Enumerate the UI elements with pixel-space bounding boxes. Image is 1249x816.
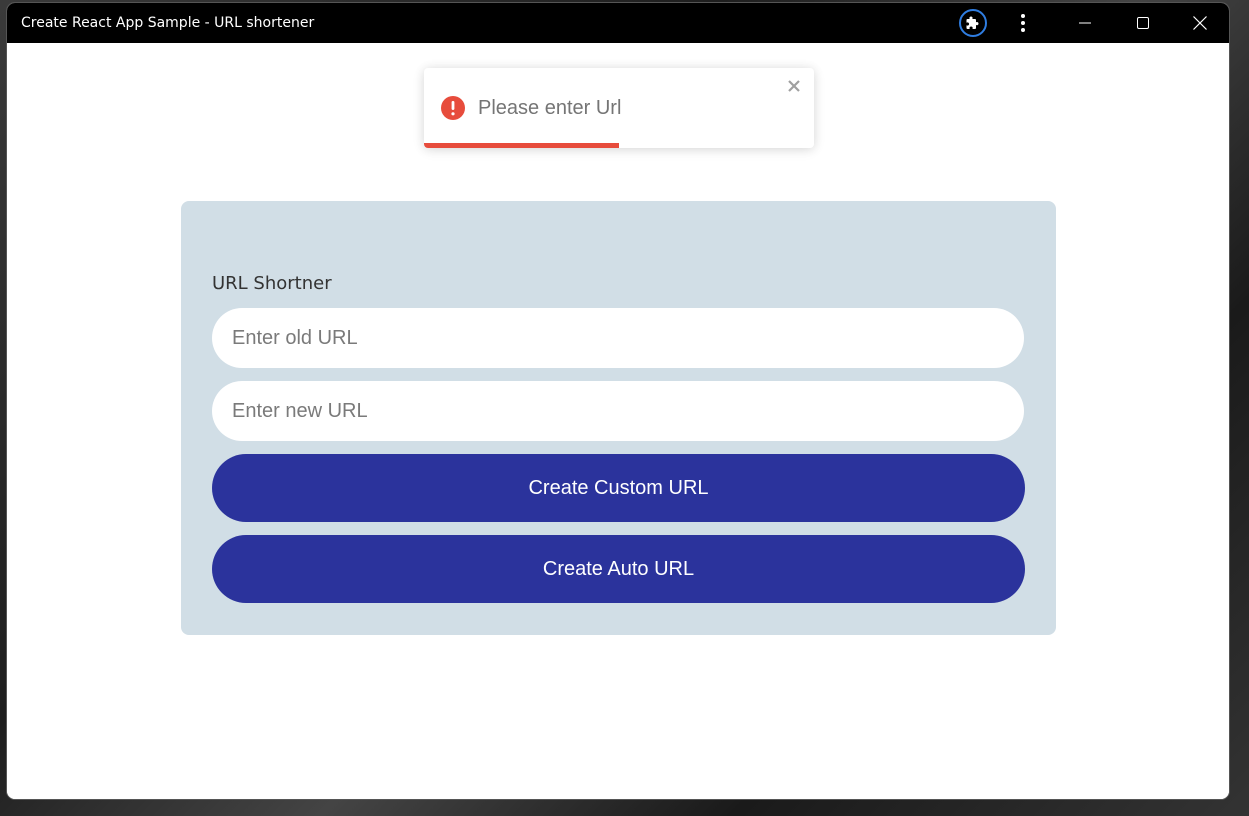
new-url-input[interactable] <box>212 381 1024 441</box>
error-circle-icon <box>441 96 465 120</box>
error-toast[interactable]: Please enter Url <box>424 68 814 148</box>
extension-button[interactable] <box>957 3 989 43</box>
puzzle-icon <box>959 9 987 37</box>
close-icon[interactable] <box>1190 3 1210 43</box>
form-label: URL Shortner <box>212 273 332 294</box>
close-icon[interactable] <box>786 78 802 94</box>
old-url-input[interactable] <box>212 308 1024 368</box>
create-auto-url-button[interactable]: Create Auto URL <box>212 535 1025 603</box>
title-bar: Create React App Sample - URL shortener <box>7 3 1229 43</box>
toast-message: Please enter Url <box>478 97 622 119</box>
page-content: Please enter Url URL Shortner Create Cus… <box>7 43 1229 799</box>
minimize-icon[interactable] <box>1075 3 1095 43</box>
window-title: Create React App Sample - URL shortener <box>21 15 315 31</box>
create-custom-url-button[interactable]: Create Custom URL <box>212 454 1025 522</box>
maximize-icon[interactable] <box>1133 3 1153 43</box>
toast-progress-bar <box>424 143 619 148</box>
url-shortener-card: URL Shortner Create Custom URL Create Au… <box>181 201 1056 635</box>
more-vertical-icon[interactable] <box>1013 3 1033 43</box>
app-window: Create React App Sample - URL shortener <box>7 3 1229 799</box>
